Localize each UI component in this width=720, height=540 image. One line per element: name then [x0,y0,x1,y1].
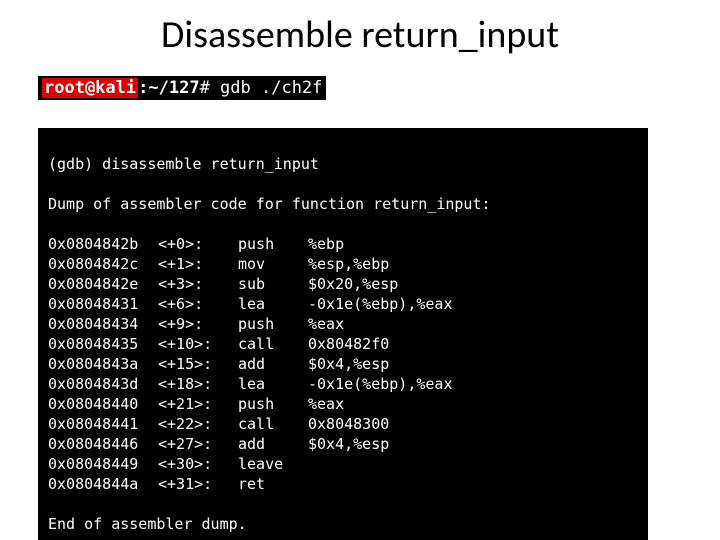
gdb-dump-header: Dump of assembler code for function retu… [48,194,638,214]
asm-mnemonic: lea [238,294,308,314]
asm-args: -0x1e(%ebp),%eax [308,294,638,314]
asm-offset: <+9>: [158,314,238,334]
asm-offset: <+31>: [158,474,238,494]
asm-offset: <+1>: [158,254,238,274]
asm-addr: 0x08048431 [48,294,158,314]
asm-row: 0x08048446<+27>:add$0x4,%esp [48,434,638,454]
asm-offset: <+6>: [158,294,238,314]
asm-row: 0x0804844a<+31>:ret [48,474,638,494]
asm-args: 0x8048300 [308,414,638,434]
asm-mnemonic: push [238,234,308,254]
asm-args [308,474,638,494]
asm-row: 0x0804843d<+18>:lea-0x1e(%ebp),%eax [48,374,638,394]
asm-mnemonic: push [238,314,308,334]
gdb-end-line: End of assembler dump. [48,514,638,534]
slide-title: Disassemble return_input [0,12,720,58]
asm-row: 0x08048449<+30>:leave [48,454,638,474]
asm-addr: 0x0804842e [48,274,158,294]
asm-addr: 0x0804843d [48,374,158,394]
asm-offset: <+30>: [158,454,238,474]
asm-args: 0x80482f0 [308,334,638,354]
shell-prompt-line: root@kali:~/127# gdb ./ch2f [38,76,326,100]
asm-args [308,454,638,474]
prompt-user-host: root@kali [42,78,138,98]
asm-addr: 0x0804844a [48,474,158,494]
asm-row: 0x08048435<+10>:call0x80482f0 [48,334,638,354]
asm-addr: 0x08048435 [48,334,158,354]
gdb-disas-cmd: (gdb) disassemble return_input [48,154,638,174]
asm-addr: 0x08048449 [48,454,158,474]
asm-offset: <+3>: [158,274,238,294]
asm-args: $0x4,%esp [308,354,638,374]
terminal-area: root@kali:~/127# gdb ./ch2f (gdb) disass… [38,76,682,540]
asm-offset: <+21>: [158,394,238,414]
asm-args: %ebp [308,234,638,254]
asm-row: 0x0804842e<+3>:sub$0x20,%esp [48,274,638,294]
asm-mnemonic: lea [238,374,308,394]
asm-addr: 0x0804842b [48,234,158,254]
asm-mnemonic: call [238,334,308,354]
asm-args: -0x1e(%ebp),%eax [308,374,638,394]
asm-mnemonic: call [238,414,308,434]
asm-args: %eax [308,394,638,414]
asm-args: $0x20,%esp [308,274,638,294]
asm-row: 0x08048440<+21>:push%eax [48,394,638,414]
asm-mnemonic: add [238,434,308,454]
asm-mnemonic: sub [238,274,308,294]
prompt-hash: # [200,78,210,98]
asm-offset: <+10>: [158,334,238,354]
asm-addr: 0x0804842c [48,254,158,274]
asm-offset: <+18>: [158,374,238,394]
asm-row: 0x0804842b<+0>:push%ebp [48,234,638,254]
asm-offset: <+0>: [158,234,238,254]
asm-args: %esp,%ebp [308,254,638,274]
asm-addr: 0x08048434 [48,314,158,334]
asm-row: 0x0804842c<+1>:mov%esp,%ebp [48,254,638,274]
asm-offset: <+22>: [158,414,238,434]
prompt-path: ~/127 [148,78,199,98]
asm-addr: 0x08048441 [48,414,158,434]
asm-args: $0x4,%esp [308,434,638,454]
asm-mnemonic: push [238,394,308,414]
asm-mnemonic: ret [238,474,308,494]
asm-row: 0x08048434<+9>:push%eax [48,314,638,334]
asm-addr: 0x08048446 [48,434,158,454]
asm-offset: <+15>: [158,354,238,374]
prompt-colon: : [138,78,148,98]
asm-row: 0x0804843a<+15>:add$0x4,%esp [48,354,638,374]
prompt-command: gdb ./ch2f [210,78,323,98]
asm-mnemonic: mov [238,254,308,274]
asm-addr: 0x08048440 [48,394,158,414]
gdb-output: (gdb) disassemble return_input Dump of a… [38,128,648,540]
asm-mnemonic: leave [238,454,308,474]
asm-row: 0x08048431<+6>:lea-0x1e(%ebp),%eax [48,294,638,314]
asm-row: 0x08048441<+22>:call0x8048300 [48,414,638,434]
asm-args: %eax [308,314,638,334]
asm-mnemonic: add [238,354,308,374]
asm-addr: 0x0804843a [48,354,158,374]
asm-offset: <+27>: [158,434,238,454]
